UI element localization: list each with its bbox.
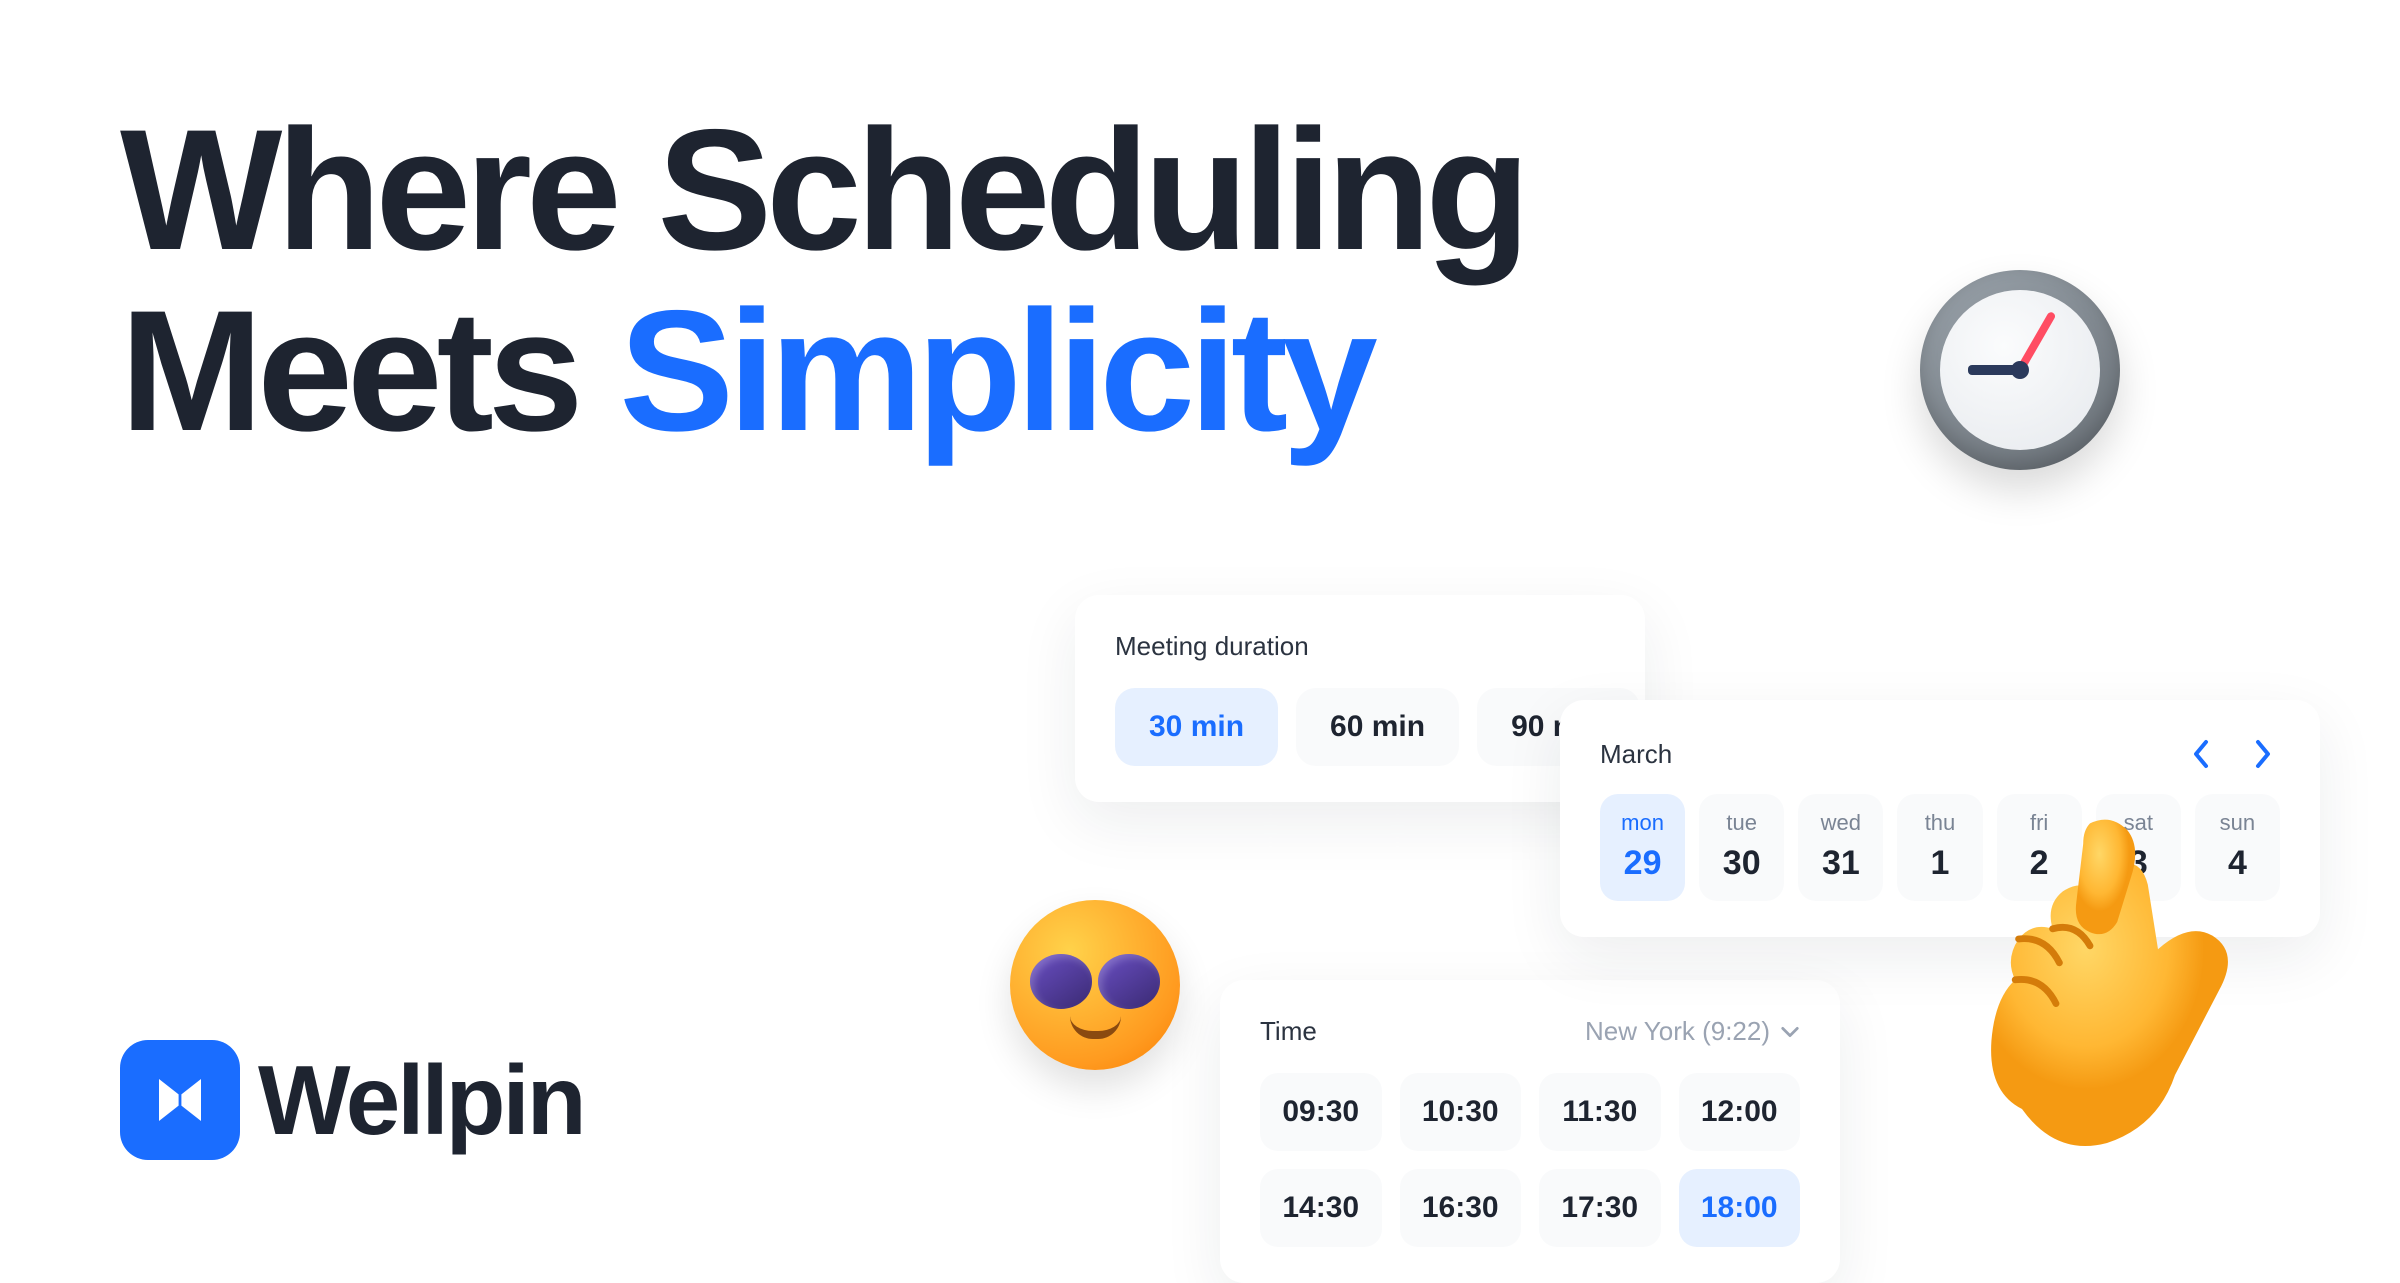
prev-month-button[interactable] — [2184, 736, 2220, 772]
chevron-right-icon — [2252, 738, 2272, 770]
time-slot[interactable]: 17:30 — [1539, 1169, 1661, 1247]
next-month-button[interactable] — [2244, 736, 2280, 772]
day-cell[interactable]: tue 30 — [1699, 794, 1784, 901]
chevron-down-icon — [1780, 1022, 1800, 1042]
chevron-left-icon — [2192, 738, 2212, 770]
time-slot[interactable]: 09:30 — [1260, 1073, 1382, 1151]
headline-accent: Simplicity — [619, 275, 1371, 467]
time-label: Time — [1260, 1016, 1317, 1047]
duration-option[interactable]: 30 min — [1115, 688, 1278, 766]
day-number: 31 — [1806, 844, 1875, 883]
time-slot[interactable]: 16:30 — [1400, 1169, 1522, 1247]
headline-line-1: Where Scheduling — [120, 100, 1524, 281]
brand-logo: Wellpin — [120, 1040, 584, 1160]
timezone-select[interactable]: New York (9:22) — [1585, 1016, 1800, 1047]
time-slot[interactable]: 14:30 — [1260, 1169, 1382, 1247]
hero-headline: Where Scheduling Meets Simplicity — [120, 100, 1524, 461]
time-slot[interactable]: 11:30 — [1539, 1073, 1661, 1151]
brand-name: Wellpin — [258, 1044, 584, 1157]
duration-option[interactable]: 60 min — [1296, 688, 1459, 766]
day-abbr: mon — [1608, 810, 1677, 836]
day-abbr: tue — [1707, 810, 1776, 836]
day-abbr: wed — [1806, 810, 1875, 836]
time-slot[interactable]: 10:30 — [1400, 1073, 1522, 1151]
time-slot[interactable]: 12:00 — [1679, 1073, 1801, 1151]
headline-line-2: Meets Simplicity — [120, 281, 1524, 462]
day-number: 29 — [1608, 844, 1677, 883]
time-picker-card: Time New York (9:22) 09:3010:3011:3012:0… — [1220, 980, 1840, 1283]
month-label: March — [1600, 739, 1672, 770]
day-cell[interactable]: mon 29 — [1600, 794, 1685, 901]
day-number: 30 — [1707, 844, 1776, 883]
time-slot[interactable]: 18:00 — [1679, 1169, 1801, 1247]
cool-face-emoji-icon — [1010, 900, 1180, 1070]
shaka-hand-icon — [1920, 800, 2260, 1180]
month-nav — [2184, 736, 2280, 772]
clock-icon — [1920, 270, 2120, 470]
day-cell[interactable]: wed 31 — [1798, 794, 1883, 901]
duration-label: Meeting duration — [1115, 631, 1605, 662]
timezone-value: New York (9:22) — [1585, 1016, 1770, 1047]
brand-logo-mark-icon — [120, 1040, 240, 1160]
